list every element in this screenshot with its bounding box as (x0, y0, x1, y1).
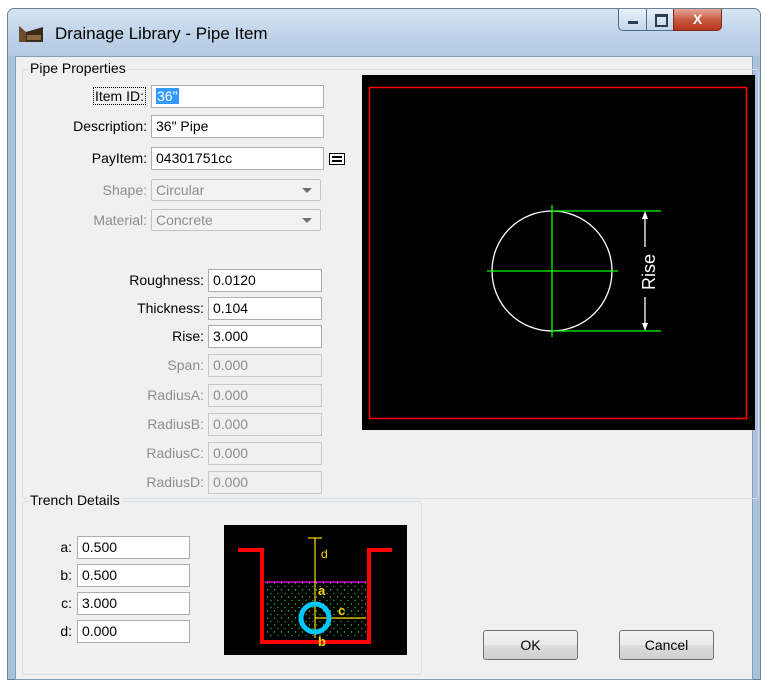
close-button[interactable]: X (673, 9, 722, 31)
rise-arrow-bottom (642, 323, 648, 331)
trench-label-b: b (318, 634, 326, 649)
radius-d-field: 0.000 (208, 471, 322, 494)
trench-label-c: c (338, 603, 345, 618)
chevron-down-icon (302, 188, 312, 193)
radius-c-field: 0.000 (208, 442, 322, 465)
radius-b-label: RadiusB: (147, 416, 204, 432)
window-title: Drainage Library - Pipe Item (55, 24, 268, 43)
radius-d-label: RadiusD: (146, 474, 204, 490)
rise-dimension-label: Rise (639, 254, 659, 290)
trench-a-label: a: (60, 539, 72, 555)
trench-d-field[interactable]: 0.000 (77, 620, 190, 643)
span-field: 0.000 (208, 354, 322, 377)
dialog-window: Drainage Library - Pipe Item X Pipe Prop… (7, 8, 761, 680)
cancel-button[interactable]: Cancel (619, 630, 714, 660)
trench-d-label: d: (60, 623, 72, 639)
shape-label: Shape: (102, 182, 147, 198)
minimize-button[interactable] (618, 9, 647, 31)
close-icon: X (692, 11, 703, 27)
trench-diagram: d a c b (224, 525, 407, 655)
radius-c-label: RadiusC: (146, 445, 204, 461)
maximize-button[interactable] (646, 9, 674, 31)
trench-label-a: a (318, 583, 326, 598)
description-label: Description: (73, 118, 147, 134)
trench-b-label: b: (60, 567, 72, 583)
chevron-down-icon (302, 218, 312, 223)
pipe-properties-legend: Pipe Properties (28, 60, 128, 76)
payitem-label: PayItem: (91, 150, 147, 166)
pipe-preview-canvas: Rise (362, 75, 755, 430)
material-dropdown[interactable]: Concrete (151, 209, 321, 231)
rise-field[interactable]: 3.000 (208, 325, 322, 348)
material-label: Material: (93, 212, 147, 228)
description-field[interactable]: 36" Pipe (151, 115, 324, 138)
thickness-label: Thickness: (137, 300, 204, 316)
trench-c-field[interactable]: 3.000 (77, 592, 190, 615)
dialog-client-area: Pipe Properties Item ID: 36" Description… (15, 56, 759, 680)
roughness-field[interactable]: 0.0120 (208, 269, 322, 292)
item-id-field[interactable]: 36" (151, 85, 324, 108)
payitem-browse-icon[interactable] (329, 153, 345, 165)
trench-c-label: c: (61, 595, 72, 611)
item-id-label-text: Item ID: (92, 87, 146, 105)
roughness-label: Roughness: (129, 272, 204, 288)
rise-label: Rise: (172, 328, 204, 344)
thickness-field[interactable]: 0.104 (208, 297, 322, 320)
span-label: Span: (167, 357, 204, 373)
ok-button[interactable]: OK (483, 630, 578, 660)
radius-b-field: 0.000 (208, 413, 322, 436)
radius-a-label: RadiusA: (147, 387, 204, 403)
radius-a-field: 0.000 (208, 384, 322, 407)
item-id-label: Item ID: (56, 87, 146, 105)
payitem-field[interactable]: 04301751cc (151, 147, 324, 170)
trench-details-legend: Trench Details (28, 492, 122, 508)
trench-label-d: d (321, 547, 328, 561)
shape-value: Circular (156, 182, 205, 198)
trench-b-field[interactable]: 0.500 (77, 564, 190, 587)
drainage-app-icon (19, 26, 43, 42)
preview-border (368, 86, 748, 420)
item-id-value: 36" (156, 88, 179, 104)
trench-a-field[interactable]: 0.500 (77, 536, 190, 559)
material-value: Concrete (156, 212, 213, 228)
shape-dropdown[interactable]: Circular (151, 179, 321, 201)
rise-arrow-top (642, 211, 648, 219)
title-bar[interactable]: Drainage Library - Pipe Item X (8, 9, 760, 56)
